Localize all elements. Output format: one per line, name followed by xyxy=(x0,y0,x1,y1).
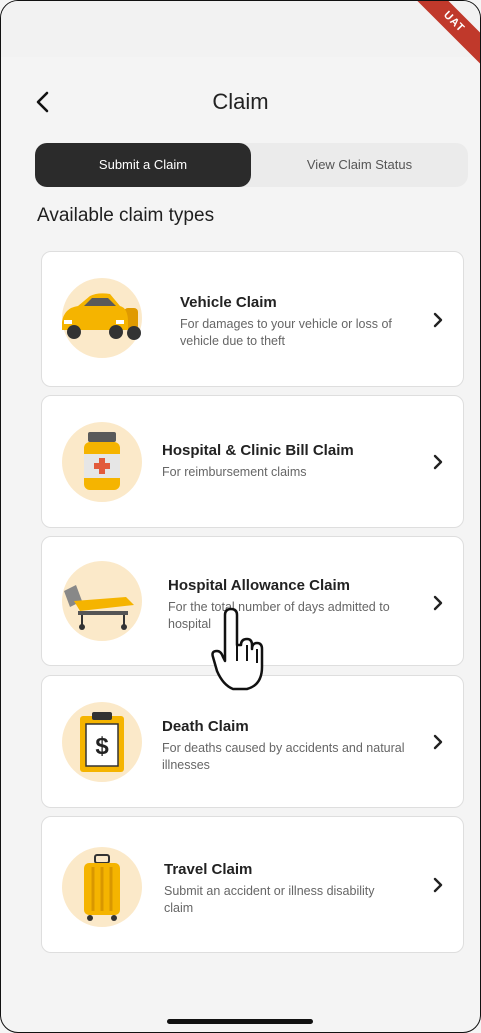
claim-tabs: Submit a Claim View Claim Status xyxy=(35,143,468,187)
section-title: Available claim types xyxy=(37,205,215,226)
claim-card-hospital-bill[interactable]: Hospital & Clinic Bill Claim For reimbur… xyxy=(41,395,464,528)
home-indicator xyxy=(167,1019,313,1024)
claim-title: Vehicle Claim xyxy=(180,294,277,311)
claim-card-travel[interactable]: Travel Claim Submit an accident or illne… xyxy=(41,816,464,953)
chevron-right-icon xyxy=(433,734,443,750)
claim-title: Travel Claim xyxy=(164,861,253,878)
hospital-bed-icon xyxy=(62,561,142,641)
medicine-bottle-icon xyxy=(62,422,142,502)
suitcase-icon xyxy=(62,847,142,927)
claim-card-death[interactable]: $ Death Claim For deaths caused by accid… xyxy=(41,675,464,808)
app-frame: UAT Claim Submit a Claim View Claim Stat… xyxy=(0,0,481,1033)
claim-title: Death Claim xyxy=(162,718,249,735)
claim-description: For damages to your vehicle or loss of v… xyxy=(180,317,392,348)
claim-description: Submit an accident or illness disability… xyxy=(164,884,375,915)
chevron-right-icon xyxy=(433,877,443,893)
clipboard-dollar-icon: $ xyxy=(62,702,142,782)
claim-card-vehicle[interactable]: Vehicle Claim For damages to your vehicl… xyxy=(41,251,464,387)
claim-description: For reimbursement claims xyxy=(162,465,307,479)
chevron-right-icon xyxy=(433,454,443,470)
svg-text:$: $ xyxy=(95,733,109,760)
claim-description: For the total number of days admitted to… xyxy=(168,600,390,631)
tab-submit-claim[interactable]: Submit a Claim xyxy=(35,143,251,187)
claim-title: Hospital Allowance Claim xyxy=(168,577,350,594)
claim-description: For deaths caused by accidents and natur… xyxy=(162,741,405,772)
page-title: Claim xyxy=(212,89,269,114)
header: Claim xyxy=(1,81,480,125)
vehicle-icon xyxy=(62,278,142,358)
claim-card-hospital-allowance[interactable]: Hospital Allowance Claim For the total n… xyxy=(41,536,464,666)
chevron-right-icon xyxy=(433,595,443,611)
status-bar xyxy=(1,1,480,57)
chevron-right-icon xyxy=(433,312,443,328)
claim-title: Hospital & Clinic Bill Claim xyxy=(162,442,354,459)
tab-view-claim-status[interactable]: View Claim Status xyxy=(251,143,468,187)
